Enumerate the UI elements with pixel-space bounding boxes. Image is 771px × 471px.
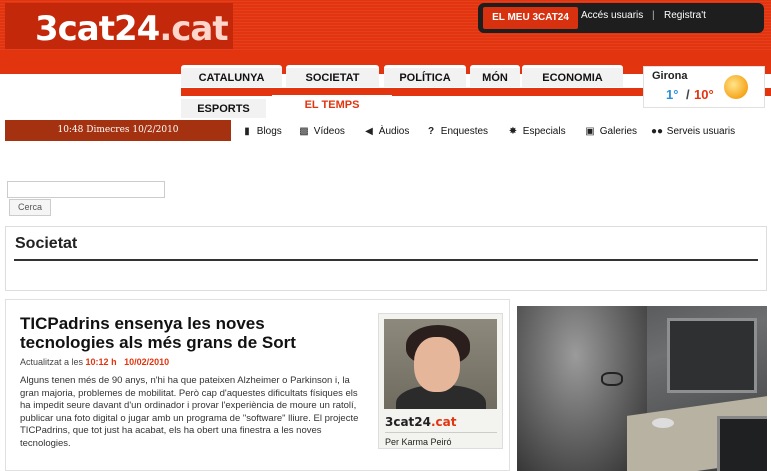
weather-max-temp: 10° <box>694 87 714 102</box>
star-burst-icon: ✸ <box>508 126 518 137</box>
weather-separator: / <box>686 87 690 102</box>
photo-glasses <box>601 372 623 386</box>
tab-mon[interactable]: MÓN <box>470 65 520 87</box>
camera-icon: ▣ <box>585 126 595 137</box>
question-icon: ? <box>427 126 435 137</box>
author-box-domain: .cat <box>431 415 457 429</box>
article-updated: Actualitzat a les 10:12 h 10/02/2010 <box>20 357 169 367</box>
register-link[interactable]: Registra't <box>664 10 706 21</box>
article-summary: Alguns tenen més de 90 anys, n'hi ha que… <box>20 375 359 449</box>
updated-time: 10:12 h <box>85 357 117 367</box>
updated-label: Actualitzat a les <box>20 357 84 367</box>
nav-spacer <box>0 74 181 110</box>
author-name: Per Karma Peiró <box>385 437 452 447</box>
tab-catalunya[interactable]: CATALUNYA <box>181 65 282 87</box>
video-camera-icon: ▩ <box>299 126 309 137</box>
login-link[interactable]: Accés usuaris <box>581 10 643 21</box>
logo-number: 24 <box>114 9 160 49</box>
photo-mouse <box>652 418 674 428</box>
date-bar: 10:48 Dimecres 10/2/2010 <box>5 120 231 141</box>
logo-domain: .cat <box>159 9 228 49</box>
weather-min-temp: 1° <box>666 87 679 102</box>
tab-economia[interactable]: ECONOMIA <box>522 65 623 87</box>
tab-esports[interactable]: ESPORTS <box>181 96 266 118</box>
service-label: Blogs <box>256 126 282 137</box>
site-logo[interactable]: 3cat24.cat <box>35 9 229 49</box>
service-label: Àudios <box>378 126 410 137</box>
author-box-number: 24 <box>414 415 431 429</box>
author-photo-face <box>414 337 460 392</box>
tab-el-temps[interactable]: EL TEMPS <box>272 92 392 118</box>
site-header: 3cat24.cat EL MEU 3CAT24 Accés usuaris |… <box>0 0 771 118</box>
speaker-icon: ◀ <box>365 126 373 137</box>
article-title[interactable]: TICPadrins ensenya les noves tecnologies… <box>20 314 360 352</box>
weather-widget[interactable]: Girona 1° / 10° <box>643 66 765 108</box>
users-icon: ●● <box>650 126 664 137</box>
section-divider <box>14 259 758 261</box>
top-band: 3cat24.cat EL MEU 3CAT24 Accés usuaris |… <box>0 0 771 50</box>
el-meu-3cat24-button[interactable]: EL MEU 3CAT24 <box>483 7 578 29</box>
logo-brand: 3cat <box>35 9 115 49</box>
search-input[interactable] <box>7 181 165 198</box>
service-label: Especials <box>522 126 566 137</box>
service-label: Vídeos <box>313 126 345 137</box>
photo-monitor-2 <box>717 416 767 471</box>
user-bar: EL MEU 3CAT24 Accés usuaris | Registra't <box>478 3 764 33</box>
tab-societat[interactable]: SOCIETAT <box>286 65 379 87</box>
service-label: Enquestes <box>440 126 489 137</box>
sun-icon <box>724 75 748 99</box>
updated-date: 10/02/2010 <box>124 357 170 367</box>
service-label: Galeries <box>599 126 638 137</box>
article-photo[interactable] <box>517 306 767 471</box>
speech-bubble-icon: ▮ <box>244 126 250 137</box>
weather-city: Girona <box>652 70 688 82</box>
tab-politica[interactable]: POLÍTICA <box>384 65 466 87</box>
featured-article: TICPadrins ensenya les noves tecnologies… <box>5 299 510 471</box>
author-box-brand: 3cat <box>385 415 415 429</box>
service-videos[interactable]: ▩ Vídeos <box>297 124 345 140</box>
author-box-logo: 3cat24.cat <box>385 415 457 429</box>
service-especials[interactable]: ✸ Especials <box>506 124 566 140</box>
user-separator: | <box>652 10 655 21</box>
author-box[interactable]: 3cat24.cat Per Karma Peiró <box>378 313 503 449</box>
service-label: Serveis usuaris <box>666 126 736 137</box>
photo-monitor <box>667 318 757 393</box>
service-blogs[interactable]: ▮ Blogs <box>240 124 282 140</box>
logo-box[interactable]: 3cat24.cat <box>5 3 233 49</box>
section-title: Societat <box>15 235 78 252</box>
section-header: Societat <box>5 226 767 291</box>
service-serveis-usuaris[interactable]: ●● Serveis usuaris <box>650 124 735 140</box>
author-photo <box>384 319 497 409</box>
service-enquestes[interactable]: ? Enquestes <box>424 124 488 140</box>
service-audios[interactable]: ◀ Àudios <box>362 124 409 140</box>
author-divider <box>385 432 497 433</box>
service-galeries[interactable]: ▣ Galeries <box>583 124 637 140</box>
search-button[interactable]: Cerca <box>9 199 51 216</box>
